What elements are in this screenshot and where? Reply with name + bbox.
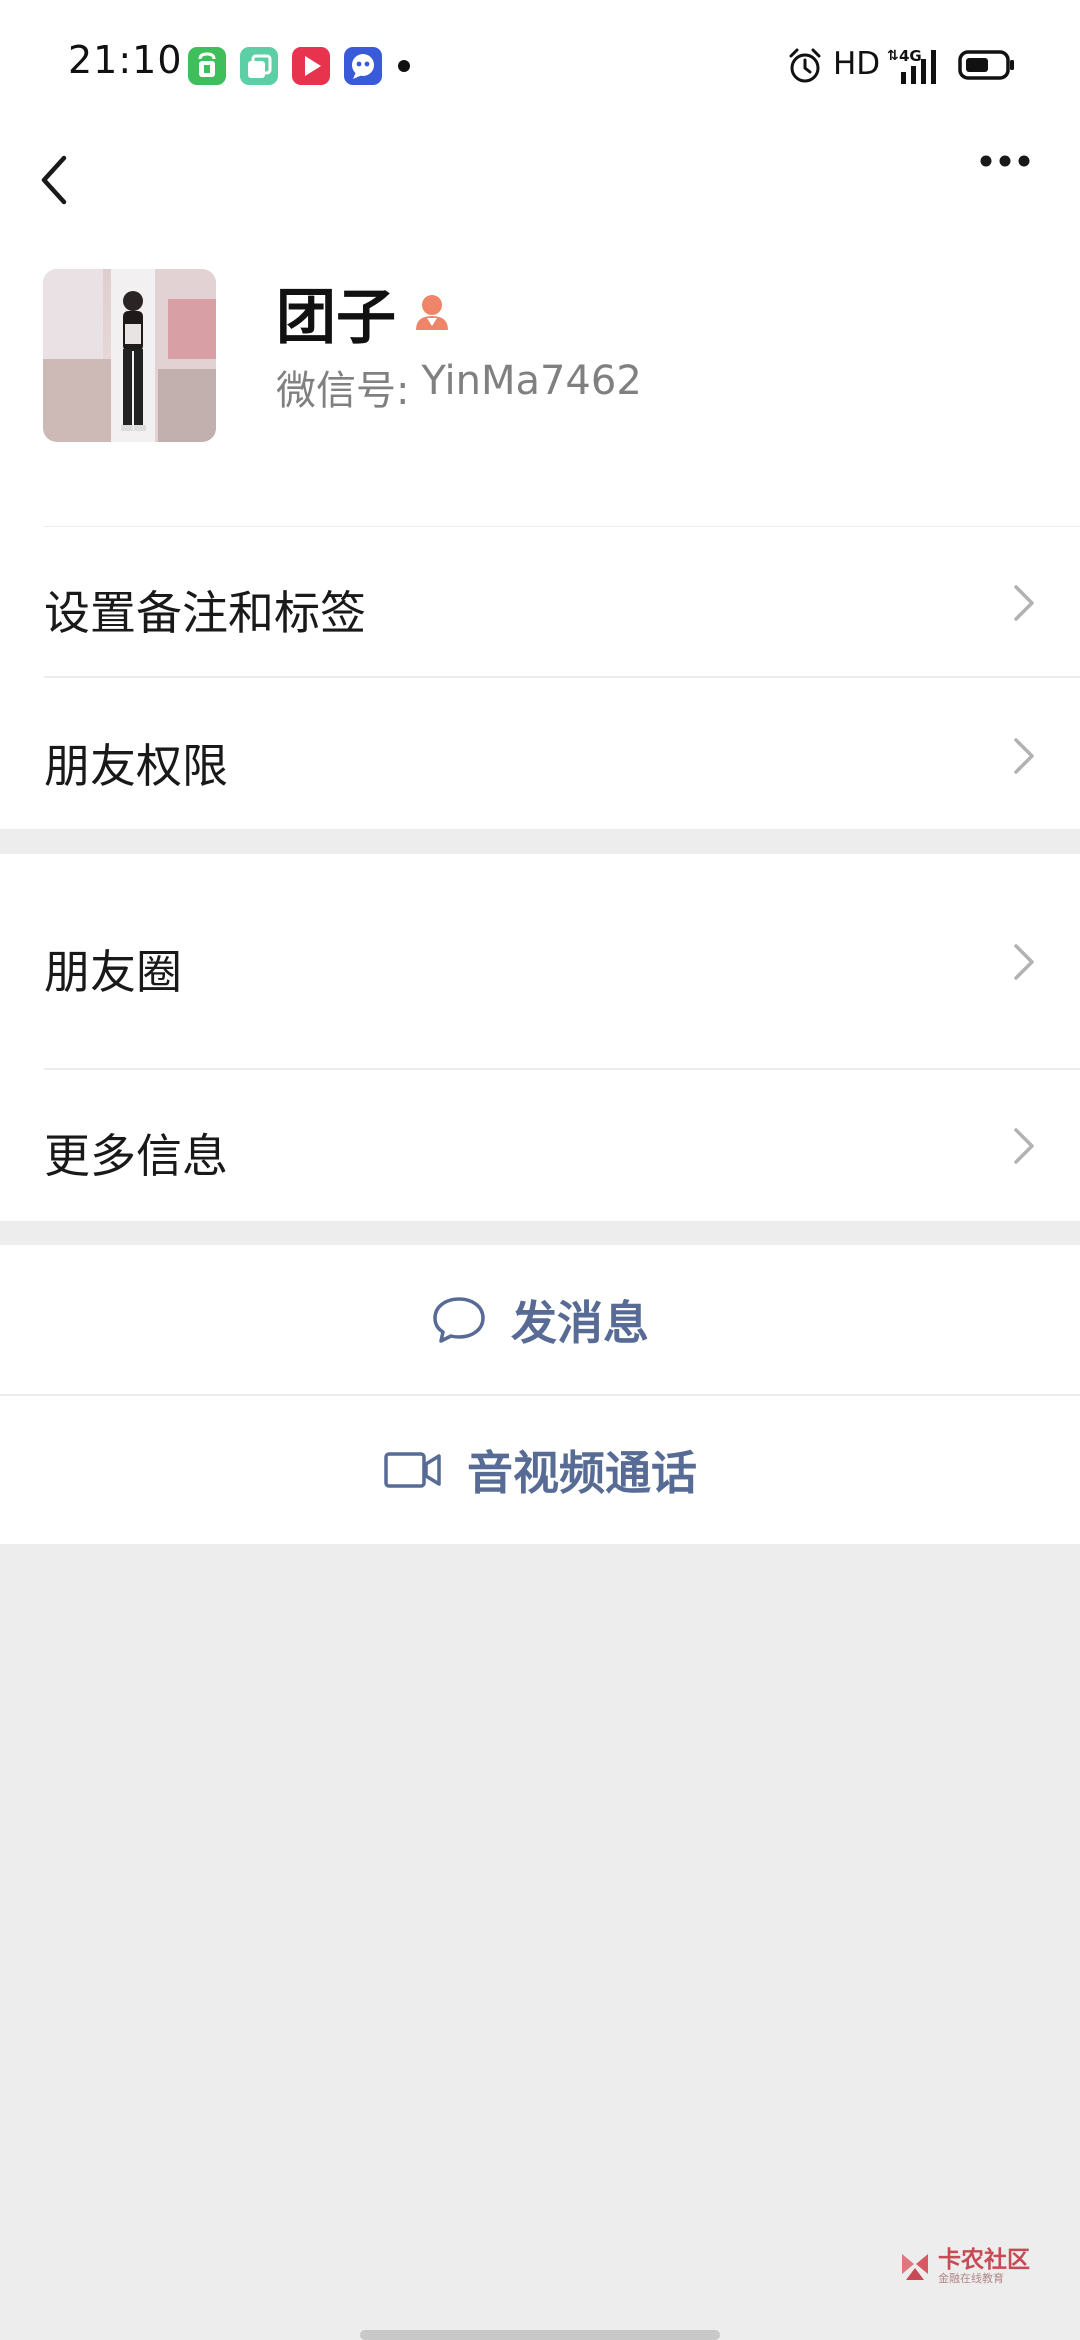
row-friend-permissions[interactable]: 朋友权限 xyxy=(0,678,1080,829)
row-label: 更多信息 xyxy=(44,1129,228,1183)
row-moments[interactable]: 朋友圈 xyxy=(0,854,1080,1070)
more-dots-icon xyxy=(980,155,1030,167)
network-type: 4G xyxy=(899,47,922,65)
chevron-right-icon xyxy=(1014,585,1034,621)
video-call-label: 音视频通话 xyxy=(467,1446,697,1500)
watermark: 卡农社区 金融在线教育 xyxy=(898,2248,1030,2286)
hd-indicator: HD xyxy=(833,46,881,82)
back-button[interactable] xyxy=(30,130,110,230)
send-message-button[interactable]: 发消息 xyxy=(0,1245,1080,1395)
row-remark-tags[interactable]: 设置备注和标签 xyxy=(0,527,1080,678)
layers-app-icon xyxy=(240,47,278,85)
chat-app-icon xyxy=(344,47,382,85)
wechat-id: 微信号: YinMa7462 xyxy=(276,358,642,416)
battery-icon xyxy=(958,50,1014,80)
video-camera-icon xyxy=(384,1452,441,1488)
store-app-icon xyxy=(188,47,226,85)
chat-bubble-icon xyxy=(433,1297,485,1343)
chevron-right-icon xyxy=(1014,738,1034,774)
nav-bar xyxy=(0,130,1080,230)
status-time: 21:10 xyxy=(68,38,183,82)
name-row: 团子 xyxy=(276,272,454,353)
avatar[interactable] xyxy=(43,269,216,442)
video-app-icon xyxy=(292,47,330,85)
notification-dot xyxy=(398,60,410,72)
signal-icon: ⇅ 4G xyxy=(887,47,936,84)
profile-header: 团子 微信号: YinMa7462 xyxy=(0,230,1080,528)
wechat-id-value: YinMa7462 xyxy=(421,358,642,404)
chevron-right-icon xyxy=(1014,1128,1034,1164)
row-label: 朋友圈 xyxy=(44,945,182,999)
svg-text:⇅: ⇅ xyxy=(887,48,899,64)
video-call-button[interactable]: 音视频通话 xyxy=(0,1396,1080,1544)
alarm-icon xyxy=(789,48,821,83)
watermark-logo-icon xyxy=(902,2254,928,2280)
row-label: 设置备注和标签 xyxy=(44,586,366,640)
watermark-main: 卡农社区 xyxy=(938,2247,1030,2273)
chevron-left-icon xyxy=(41,155,67,205)
status-bar: 21:10 HD ⇅ 4G xyxy=(0,0,1080,130)
send-message-label: 发消息 xyxy=(511,1296,649,1350)
home-indicator[interactable] xyxy=(360,2330,720,2340)
watermark-sub: 金融在线教育 xyxy=(938,2272,1004,2285)
contact-name: 团子 xyxy=(276,282,396,353)
wechat-id-label: 微信号: xyxy=(276,368,410,414)
row-more-info[interactable]: 更多信息 xyxy=(0,1070,1080,1221)
chevron-right-icon xyxy=(1014,944,1034,980)
female-icon xyxy=(416,295,448,330)
more-button[interactable] xyxy=(960,130,1060,230)
row-label: 朋友权限 xyxy=(44,739,228,793)
